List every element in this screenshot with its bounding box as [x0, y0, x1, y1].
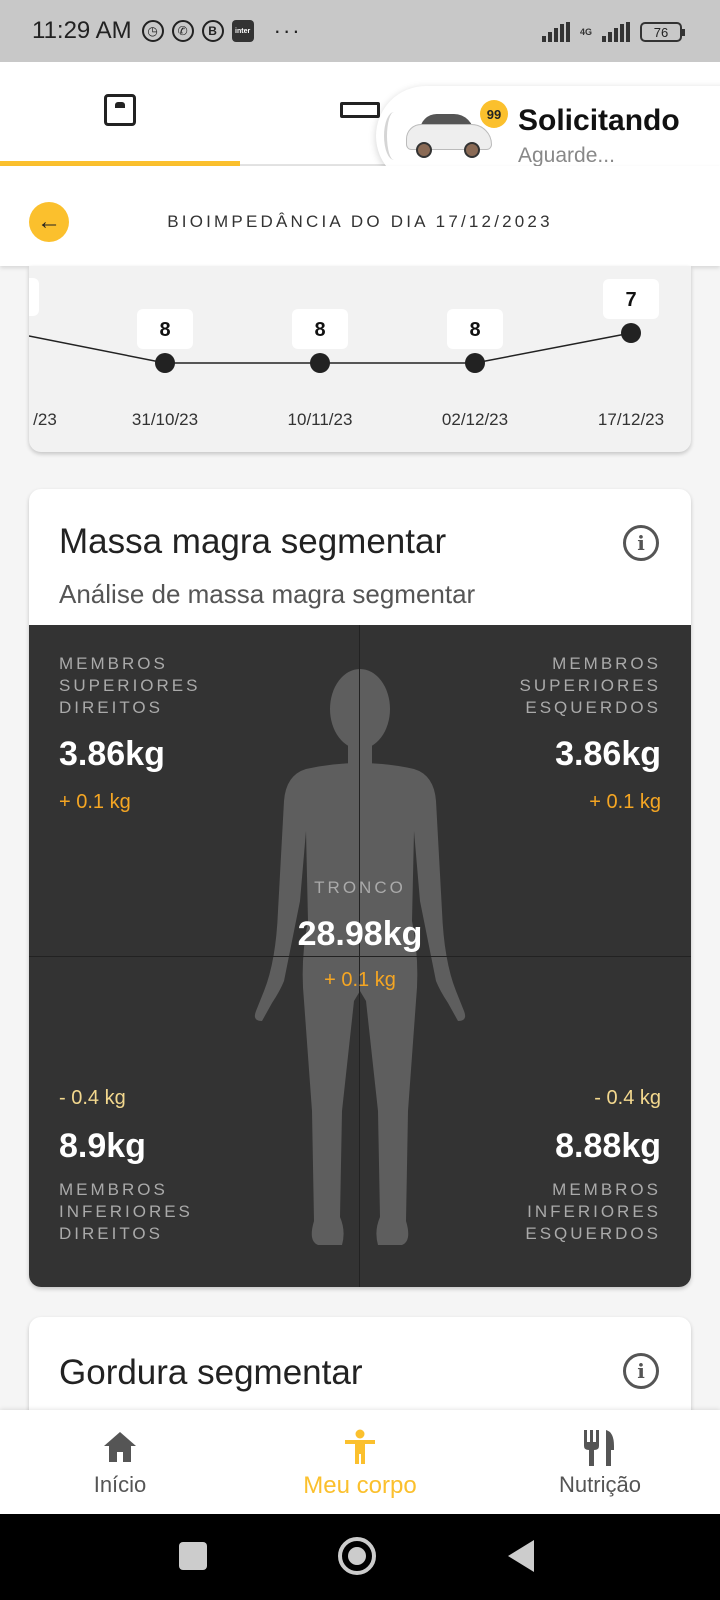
- horizontal-divider: [29, 956, 691, 957]
- data-point: [621, 323, 641, 343]
- cutlery-icon: [584, 1430, 614, 1466]
- system-navigation-bar: [0, 1514, 720, 1600]
- more-notifications-icon: ···: [273, 18, 302, 43]
- app-99-badge: 99: [480, 100, 508, 128]
- card-title: Massa magra segmentar: [59, 522, 447, 561]
- home-button[interactable]: [338, 1537, 376, 1575]
- ruler-icon[interactable]: [340, 102, 380, 118]
- nav-label-meu-corpo: Meu corpo: [303, 1472, 417, 1499]
- inter-icon: inter: [231, 20, 254, 42]
- page-header: ← BIOIMPEDÂNCIA DO DIA 17/12/2023: [0, 166, 720, 266]
- history-chart-card: 8 8 8 7/23 31/10/23 10/11/23 02/12/23 17/12/23: [29, 266, 691, 452]
- segment-label-upper-left: MEMBROS SUPERIORES ESQUERDOS: [519, 654, 661, 717]
- card-title: Gordura segmentar: [59, 1353, 363, 1392]
- data-label-box-partial: [29, 278, 39, 316]
- page-title: BIOIMPEDÂNCIA DO DIA 17/12/2023: [167, 212, 553, 231]
- network-type: 4G: [579, 27, 592, 37]
- segment-delta-upper-left: + 0.1 kg: [589, 791, 661, 813]
- notification-icons: ◷ ✆ B inter ···: [141, 18, 302, 44]
- battery-icon: 76: [640, 22, 685, 42]
- card-subtitle: Análise de massa magra segmentar: [59, 579, 476, 609]
- status-time: 11:29 AM: [32, 17, 132, 44]
- segment-label-trunk: TRONCO: [314, 878, 406, 897]
- nav-label-nutricao: Nutrição: [559, 1472, 641, 1497]
- data-label: 7: [625, 289, 636, 311]
- segment-label-lower-left: MEMBROS INFERIORES ESQUERDOS: [525, 1180, 661, 1243]
- segment-value-lower-right: 8.9kg: [59, 1127, 146, 1165]
- ride-status-title: Solicitando: [518, 104, 680, 137]
- x-tick-label: 10/11/23: [288, 410, 353, 429]
- info-icon[interactable]: i: [623, 525, 659, 561]
- bottom-navigation: Início Meu corpo Nutrição: [0, 1410, 720, 1514]
- segment-value-upper-right: 3.86kg: [59, 735, 165, 773]
- scale-icon[interactable]: [104, 94, 136, 126]
- segment-value-upper-left: 3.86kg: [555, 735, 661, 773]
- segment-delta-lower-right: - 0.4 kg: [59, 1087, 126, 1109]
- nav-item-meu-corpo[interactable]: Meu corpo: [240, 1410, 480, 1514]
- segment-value-lower-left: 8.88kg: [555, 1127, 661, 1165]
- data-label: 8: [469, 319, 480, 341]
- home-icon: [104, 1432, 136, 1462]
- whatsapp-icon: ✆: [171, 20, 194, 42]
- x-tick-label: /23: [33, 410, 57, 429]
- back-nav-button[interactable]: [508, 1540, 534, 1572]
- history-line-chart: 8 8 8 7/23 31/10/23 10/11/23 02/12/23 17/12/23: [29, 278, 664, 429]
- data-point: [310, 353, 330, 373]
- car-icon: [406, 114, 492, 158]
- segment-delta-trunk: + 0.1 kg: [324, 969, 396, 991]
- x-tick-label: 31/10/23: [132, 410, 198, 429]
- recent-apps-button[interactable]: [179, 1542, 207, 1570]
- data-label: 8: [314, 319, 325, 341]
- system-indicators: 4G 76: [541, 22, 685, 42]
- info-icon[interactable]: i: [623, 1353, 659, 1389]
- body-icon: [345, 1429, 375, 1464]
- human-body-silhouette: [254, 669, 466, 1245]
- data-point: [465, 353, 485, 373]
- data-label: 8: [159, 319, 170, 341]
- alarm-icon: ◷: [141, 20, 164, 42]
- nav-label-inicio: Início: [93, 1472, 147, 1497]
- segment-label-lower-right: MEMBROS INFERIORES DIREITOS: [59, 1180, 193, 1243]
- ride-status-subtitle: Aguarde...: [518, 144, 615, 167]
- signal-icon: [541, 22, 570, 42]
- nav-item-inicio[interactable]: Início: [0, 1410, 240, 1514]
- segment-delta-upper-right: + 0.1 kg: [59, 791, 131, 813]
- segment-value-trunk: 28.98kg: [297, 915, 423, 953]
- segment-delta-lower-left: - 0.4 kg: [594, 1087, 661, 1109]
- x-tick-label: 02/12/23: [442, 410, 508, 429]
- nav-item-nutricao[interactable]: Nutrição: [480, 1410, 720, 1514]
- b-icon: B: [201, 20, 224, 42]
- x-tick-label: 17/12/23: [598, 410, 664, 429]
- segment-label-upper-right: MEMBROS SUPERIORES DIREITOS: [59, 654, 201, 717]
- loading-arc-icon: [384, 112, 404, 160]
- signal-icon-2: [602, 22, 630, 42]
- segment-panel: MEMBROS SUPERIORES DIREITOS 3.86kg + 0.1…: [29, 625, 691, 1287]
- lean-mass-card: Massa magra segmentar i Análise de massa…: [29, 489, 691, 1287]
- status-bar: 11:29 AM ◷ ✆ B inter ··· 4G 76: [0, 0, 720, 62]
- data-point: [155, 353, 175, 373]
